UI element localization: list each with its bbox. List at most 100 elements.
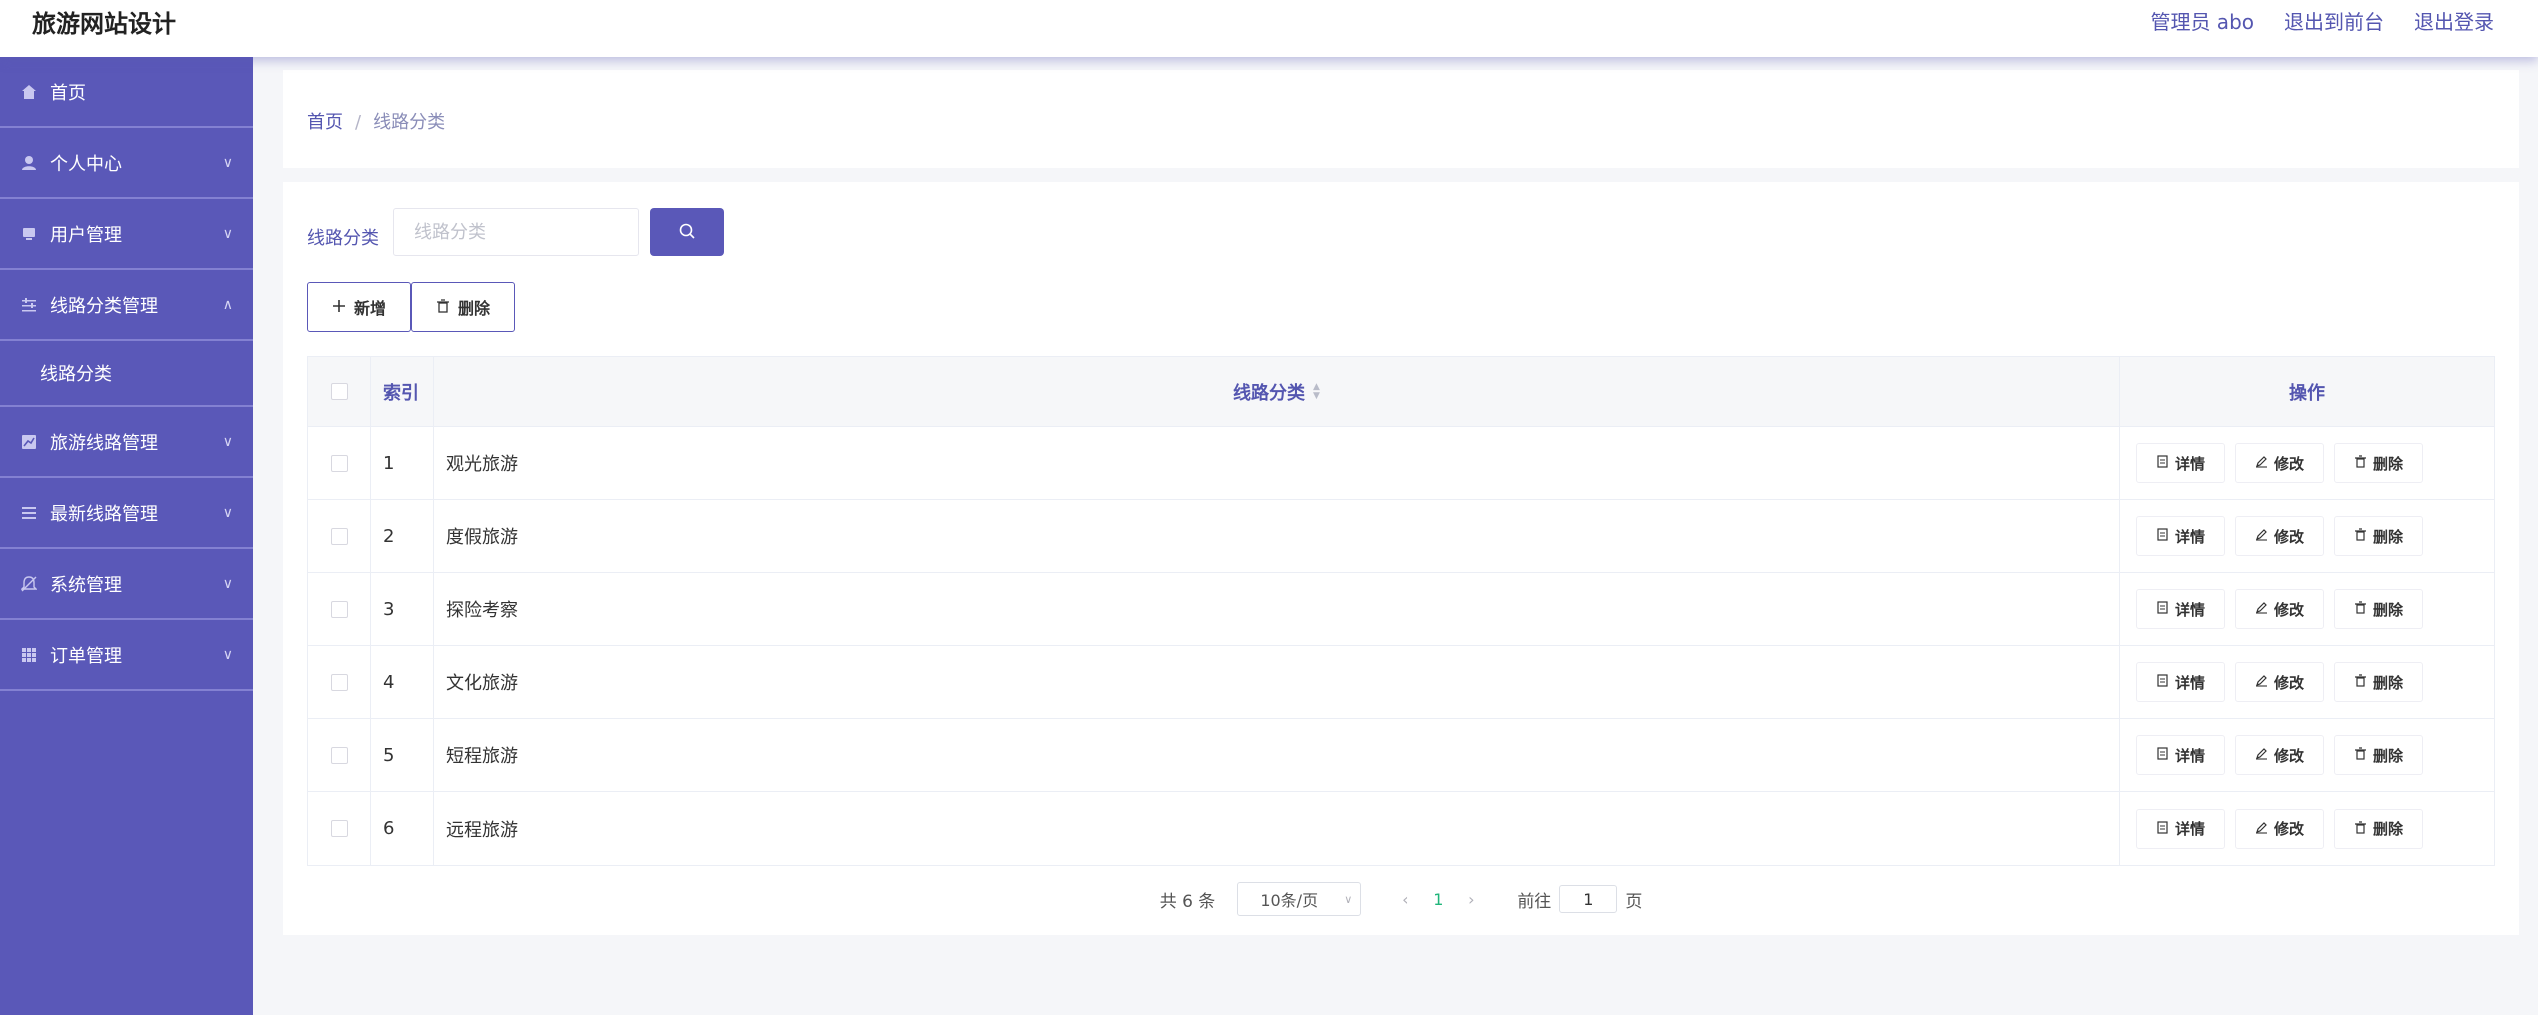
edit-button[interactable]: 修改 <box>2235 735 2324 775</box>
row-delete-button[interactable]: 删除 <box>2334 735 2423 775</box>
site-title: 旅游网站设计 <box>32 10 176 38</box>
header-index: 索引 <box>371 357 434 426</box>
add-button[interactable]: 新增 <box>307 282 411 332</box>
row-index: 3 <box>371 573 434 645</box>
edit-button[interactable]: 修改 <box>2235 662 2324 702</box>
detail-label: 详情 <box>2174 600 2205 619</box>
user-icon <box>20 154 38 172</box>
goto-page-input[interactable] <box>1559 885 1618 913</box>
list-icon <box>20 504 38 522</box>
select-all-checkbox[interactable] <box>330 383 348 400</box>
page-size-value: 10条/页 <box>1260 891 1319 910</box>
row-checkbox[interactable] <box>330 454 348 472</box>
sidebar-item-label: 个人中心 <box>50 153 122 175</box>
row-index: 6 <box>371 792 434 865</box>
breadcrumb: 首页 / 线路分类 <box>307 108 445 134</box>
edit-icon <box>2255 454 2268 472</box>
sidebar-item-system[interactable]: 系统管理 ∨ <box>0 549 253 620</box>
row-checkbox[interactable] <box>330 746 348 764</box>
sliders-icon <box>20 296 38 314</box>
sidebar: 首页 个人中心 ∨ 用户管理 ∨ 线路分类管理 ∧ 线路分类 旅游线路管理 ∨ … <box>0 57 253 1015</box>
exit-to-frontend-link[interactable]: 退出到前台 <box>2284 6 2384 35</box>
edit-icon <box>2255 527 2268 545</box>
sidebar-item-latest-routes[interactable]: 最新线路管理 ∨ <box>0 478 253 549</box>
next-page-icon[interactable]: › <box>1453 890 1489 909</box>
delete-button-label: 删除 <box>457 299 490 318</box>
edit-icon <box>2255 600 2268 618</box>
row-delete-button[interactable]: 删除 <box>2334 662 2423 702</box>
trash-icon <box>2354 820 2367 838</box>
page-size-select[interactable]: 10条/页 ∨ <box>1237 882 1362 916</box>
edit-button[interactable]: 修改 <box>2235 589 2324 629</box>
page-number-current[interactable]: 1 <box>1423 890 1453 909</box>
sidebar-item-route-category-mgmt[interactable]: 线路分类管理 ∧ <box>0 270 253 341</box>
header-actions: 管理员 abo 退出到前台 退出登录 <box>2150 6 2494 35</box>
sidebar-item-home[interactable]: 首页 <box>0 57 253 128</box>
chart-icon <box>20 433 38 451</box>
sidebar-item-profile[interactable]: 个人中心 ∨ <box>0 128 253 199</box>
detail-label: 详情 <box>2174 527 2205 546</box>
row-delete-button[interactable]: 删除 <box>2334 808 2423 849</box>
edit-label: 修改 <box>2273 746 2304 765</box>
row-index: 1 <box>371 427 434 499</box>
delete-label: 删除 <box>2372 454 2403 473</box>
row-delete-button[interactable]: 删除 <box>2334 516 2423 556</box>
detail-button[interactable]: 详情 <box>2136 808 2225 849</box>
row-checkbox[interactable] <box>330 527 348 545</box>
row-delete-button[interactable]: 删除 <box>2334 443 2423 483</box>
table-header-row: 索引 线路分类 ▲ ▼ 操作 <box>308 357 2494 427</box>
logout-link[interactable]: 退出登录 <box>2414 6 2494 35</box>
admin-user-link[interactable]: 管理员 abo <box>2150 6 2254 35</box>
row-checkbox[interactable] <box>330 673 348 691</box>
detail-label: 详情 <box>2174 454 2205 473</box>
edit-button[interactable]: 修改 <box>2235 516 2324 556</box>
pagination-total: 共 6 条 <box>1159 891 1216 912</box>
header-name[interactable]: 线路分类 ▲ ▼ <box>434 357 2120 426</box>
detail-button[interactable]: 详情 <box>2136 589 2225 629</box>
row-checkbox-cell <box>308 646 371 718</box>
goto-suffix: 页 <box>1625 891 1643 912</box>
edit-label: 修改 <box>2273 673 2304 692</box>
chevron-down-icon: ∨ <box>222 504 233 521</box>
detail-button[interactable]: 详情 <box>2136 735 2225 775</box>
document-icon <box>2156 673 2169 691</box>
sidebar-item-tour-routes[interactable]: 旅游线路管理 ∨ <box>0 407 253 478</box>
sidebar-item-label: 首页 <box>50 82 86 104</box>
search-input[interactable] <box>393 208 639 256</box>
row-name: 文化旅游 <box>434 646 2120 718</box>
detail-label: 详情 <box>2174 673 2205 692</box>
row-checkbox[interactable] <box>330 820 348 837</box>
bell-icon <box>20 575 38 593</box>
grid-icon <box>20 646 38 664</box>
plus-icon <box>332 298 346 317</box>
edit-button[interactable]: 修改 <box>2235 808 2324 849</box>
sidebar-item-users[interactable]: 用户管理 ∨ <box>0 199 253 270</box>
detail-button[interactable]: 详情 <box>2136 443 2225 483</box>
chevron-down-icon: ∨ <box>222 433 233 450</box>
sort-icon[interactable]: ▲ ▼ <box>1313 382 1320 401</box>
detail-button[interactable]: 详情 <box>2136 516 2225 556</box>
header-name-label: 线路分类 <box>1233 382 1306 404</box>
search-button[interactable] <box>650 208 724 256</box>
chevron-down-icon: ∨ <box>222 225 233 242</box>
prev-page-icon[interactable]: ‹ <box>1387 890 1423 909</box>
edit-button[interactable]: 修改 <box>2235 443 2324 483</box>
data-table: 索引 线路分类 ▲ ▼ 操作 1 观光旅游 详情 修改 删除 2 度假旅游 详情 修改 删除 3 探险考… <box>307 356 2495 866</box>
breadcrumb-current: 线路分类 <box>373 112 446 133</box>
row-actions: 详情 修改 删除 <box>2120 792 2494 865</box>
edit-label: 修改 <box>2273 600 2304 619</box>
row-name: 远程旅游 <box>434 792 2120 865</box>
batch-delete-button[interactable]: 删除 <box>411 282 515 332</box>
edit-label: 修改 <box>2273 527 2304 546</box>
row-delete-button[interactable]: 删除 <box>2334 589 2423 629</box>
row-actions: 详情 修改 删除 <box>2120 646 2494 718</box>
chevron-down-icon: ∨ <box>222 646 233 663</box>
detail-button[interactable]: 详情 <box>2136 662 2225 702</box>
row-checkbox[interactable] <box>330 600 348 618</box>
add-button-label: 新增 <box>353 299 386 318</box>
row-name: 观光旅游 <box>434 427 2120 499</box>
sidebar-subitem-route-category[interactable]: 线路分类 <box>0 341 253 407</box>
delete-label: 删除 <box>2372 600 2403 619</box>
sidebar-item-orders[interactable]: 订单管理 ∨ <box>0 620 253 691</box>
breadcrumb-home[interactable]: 首页 <box>307 112 343 133</box>
